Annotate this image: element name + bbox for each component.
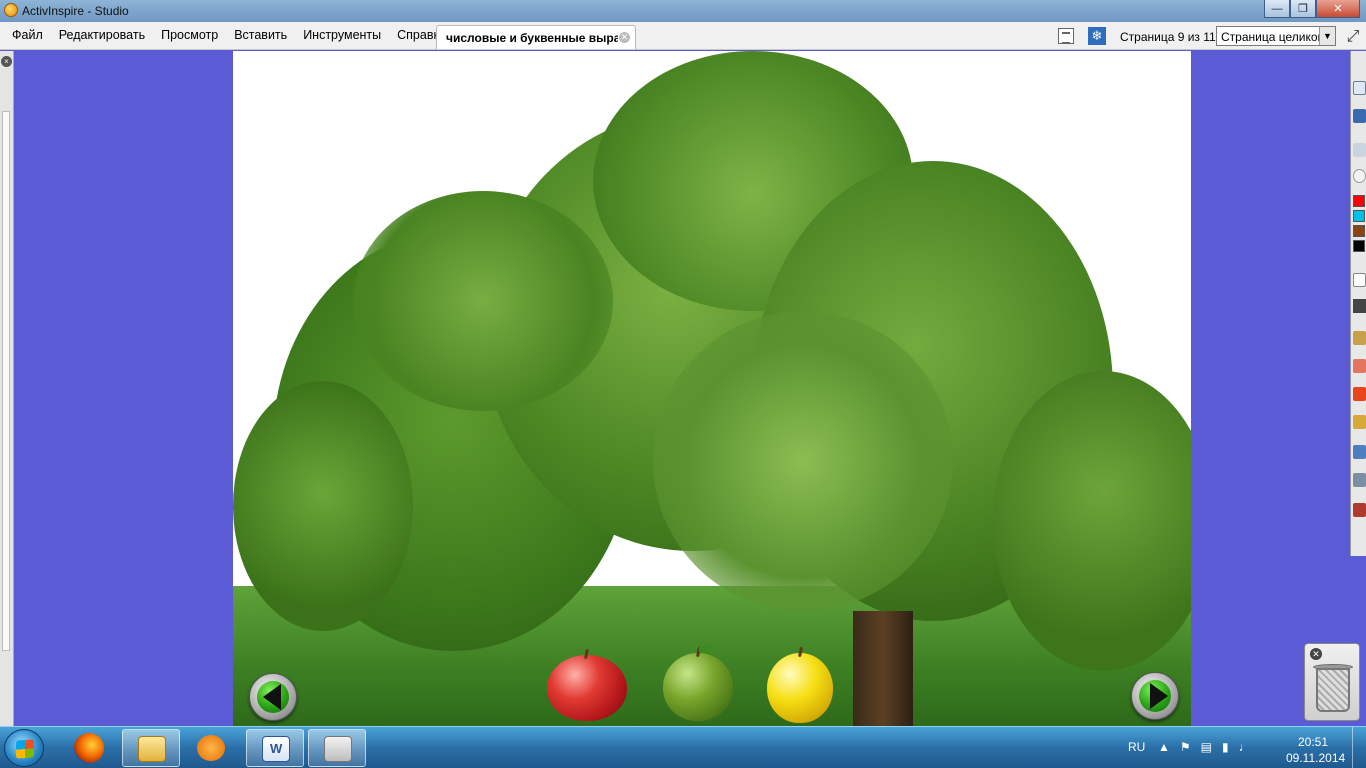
chevron-down-icon[interactable]: ▼ xyxy=(1319,27,1335,45)
color-swatch-red[interactable] xyxy=(1353,195,1365,207)
menu-view[interactable]: Просмотр xyxy=(153,28,226,42)
pen-tool-icon[interactable] xyxy=(1353,331,1366,345)
menu-insert[interactable]: Вставить xyxy=(226,28,295,42)
show-desktop-button[interactable] xyxy=(1352,727,1366,768)
prev-page-button[interactable] xyxy=(249,673,297,721)
arrow-right-icon xyxy=(1150,683,1168,709)
main-menu: Файл Редактировать Просмотр Вставить Инс… xyxy=(4,28,454,42)
zoom-select-value: Страница целиком xyxy=(1221,30,1326,44)
activinspire-app-icon xyxy=(4,3,18,17)
menu-tools[interactable]: Инструменты xyxy=(295,28,389,42)
select-tool-icon[interactable] xyxy=(1353,299,1366,313)
zoom-select[interactable]: Страница целиком ▼ xyxy=(1216,26,1336,46)
close-button[interactable]: ✕ xyxy=(1316,0,1360,18)
menu-file[interactable]: Файл xyxy=(4,28,51,42)
taskbar-word[interactable]: W xyxy=(246,729,304,767)
eraser-icon[interactable] xyxy=(1353,359,1366,373)
close-icon[interactable]: ✕ xyxy=(1310,648,1322,660)
taskbar-explorer[interactable] xyxy=(122,729,180,767)
taskbar-media-player[interactable] xyxy=(182,729,240,767)
yellow-apple[interactable] xyxy=(767,646,833,723)
red-apple[interactable] xyxy=(547,648,627,721)
flipchart-tab[interactable]: числовые и буквенные выра ✕ xyxy=(436,25,636,49)
color-swatch-black[interactable] xyxy=(1353,240,1365,252)
flipchart-page[interactable] xyxy=(233,51,1191,726)
trash-widget[interactable]: ✕ xyxy=(1304,643,1360,721)
word-icon: W xyxy=(262,736,290,762)
fill-icon[interactable] xyxy=(1353,387,1366,401)
color-swatch-brown[interactable] xyxy=(1353,225,1365,237)
browser-collapse-bar[interactable] xyxy=(2,111,10,651)
title-bar: ActivInspire - Studio — ❐ ✕ xyxy=(0,0,1366,22)
tree-trunk xyxy=(853,611,913,726)
left-browser-dock: × xyxy=(0,51,14,726)
pen-width-icon[interactable] xyxy=(1353,273,1366,287)
arrow-left-icon xyxy=(263,684,281,710)
menu-bar: Файл Редактировать Просмотр Вставить Инс… xyxy=(0,22,1366,50)
volume-icon[interactable]: ♩ xyxy=(1239,740,1251,754)
windows-logo-icon xyxy=(16,739,34,759)
color-swatch-cyan[interactable] xyxy=(1353,210,1365,222)
device-icon[interactable]: ▤ xyxy=(1201,740,1212,754)
signal-icon[interactable]: ▮ xyxy=(1222,740,1229,754)
flipchart-icon[interactable] xyxy=(1353,81,1366,95)
firefox-icon[interactable] xyxy=(74,733,104,763)
redo-icon[interactable] xyxy=(1353,473,1366,487)
start-button[interactable] xyxy=(4,729,44,767)
folder-icon xyxy=(138,736,166,762)
trash-bin-icon[interactable] xyxy=(1316,668,1350,712)
next-page-button[interactable] xyxy=(1131,672,1179,720)
pin-icon[interactable]: × xyxy=(1,56,12,67)
flag-icon[interactable]: ⚑ xyxy=(1180,740,1191,754)
taskbar-activinspire[interactable] xyxy=(308,729,366,767)
main-toolbox xyxy=(1350,51,1366,556)
system-tray: ▲ ⚑ ▤ ▮ ♩ xyxy=(1158,740,1251,754)
print-icon[interactable] xyxy=(1353,143,1366,157)
flipchart-tab-label: числовые и буквенные выра xyxy=(446,31,618,45)
window-title: ActivInspire - Studio xyxy=(22,4,129,18)
chevron-up-icon[interactable]: ▲ xyxy=(1158,740,1170,754)
input-language[interactable]: RU xyxy=(1128,740,1145,754)
activinspire-icon xyxy=(324,736,352,762)
clock-icon[interactable] xyxy=(1353,169,1366,183)
window-controls: — ❐ ✕ xyxy=(1264,0,1360,18)
pen-desktop-icon[interactable] xyxy=(1353,109,1366,123)
media-player-icon xyxy=(197,735,225,761)
menu-edit[interactable]: Редактировать xyxy=(51,28,153,42)
page-browser-icon[interactable] xyxy=(1058,28,1074,44)
green-apple[interactable] xyxy=(663,645,733,721)
reset-page-icon[interactable] xyxy=(1353,503,1366,517)
clock-date[interactable]: 09.11.2014 xyxy=(1286,751,1345,765)
page-indicator: Страница 9 из 11 xyxy=(1120,30,1216,44)
minimize-button[interactable]: — xyxy=(1264,0,1290,18)
restore-button[interactable]: ❐ xyxy=(1290,0,1316,18)
taskbar: W RU ▲ ⚑ ▤ ▮ ♩ 20:51 09.11.2014 xyxy=(0,726,1366,768)
undo-icon[interactable] xyxy=(1353,445,1366,459)
dual-user-icon[interactable]: ❄ xyxy=(1088,27,1106,45)
clock-time[interactable]: 20:51 xyxy=(1298,735,1328,749)
close-tab-icon[interactable]: ✕ xyxy=(619,32,630,43)
fullscreen-icon[interactable]: ⤢ xyxy=(1344,28,1362,46)
magic-ink-icon[interactable] xyxy=(1353,415,1366,429)
